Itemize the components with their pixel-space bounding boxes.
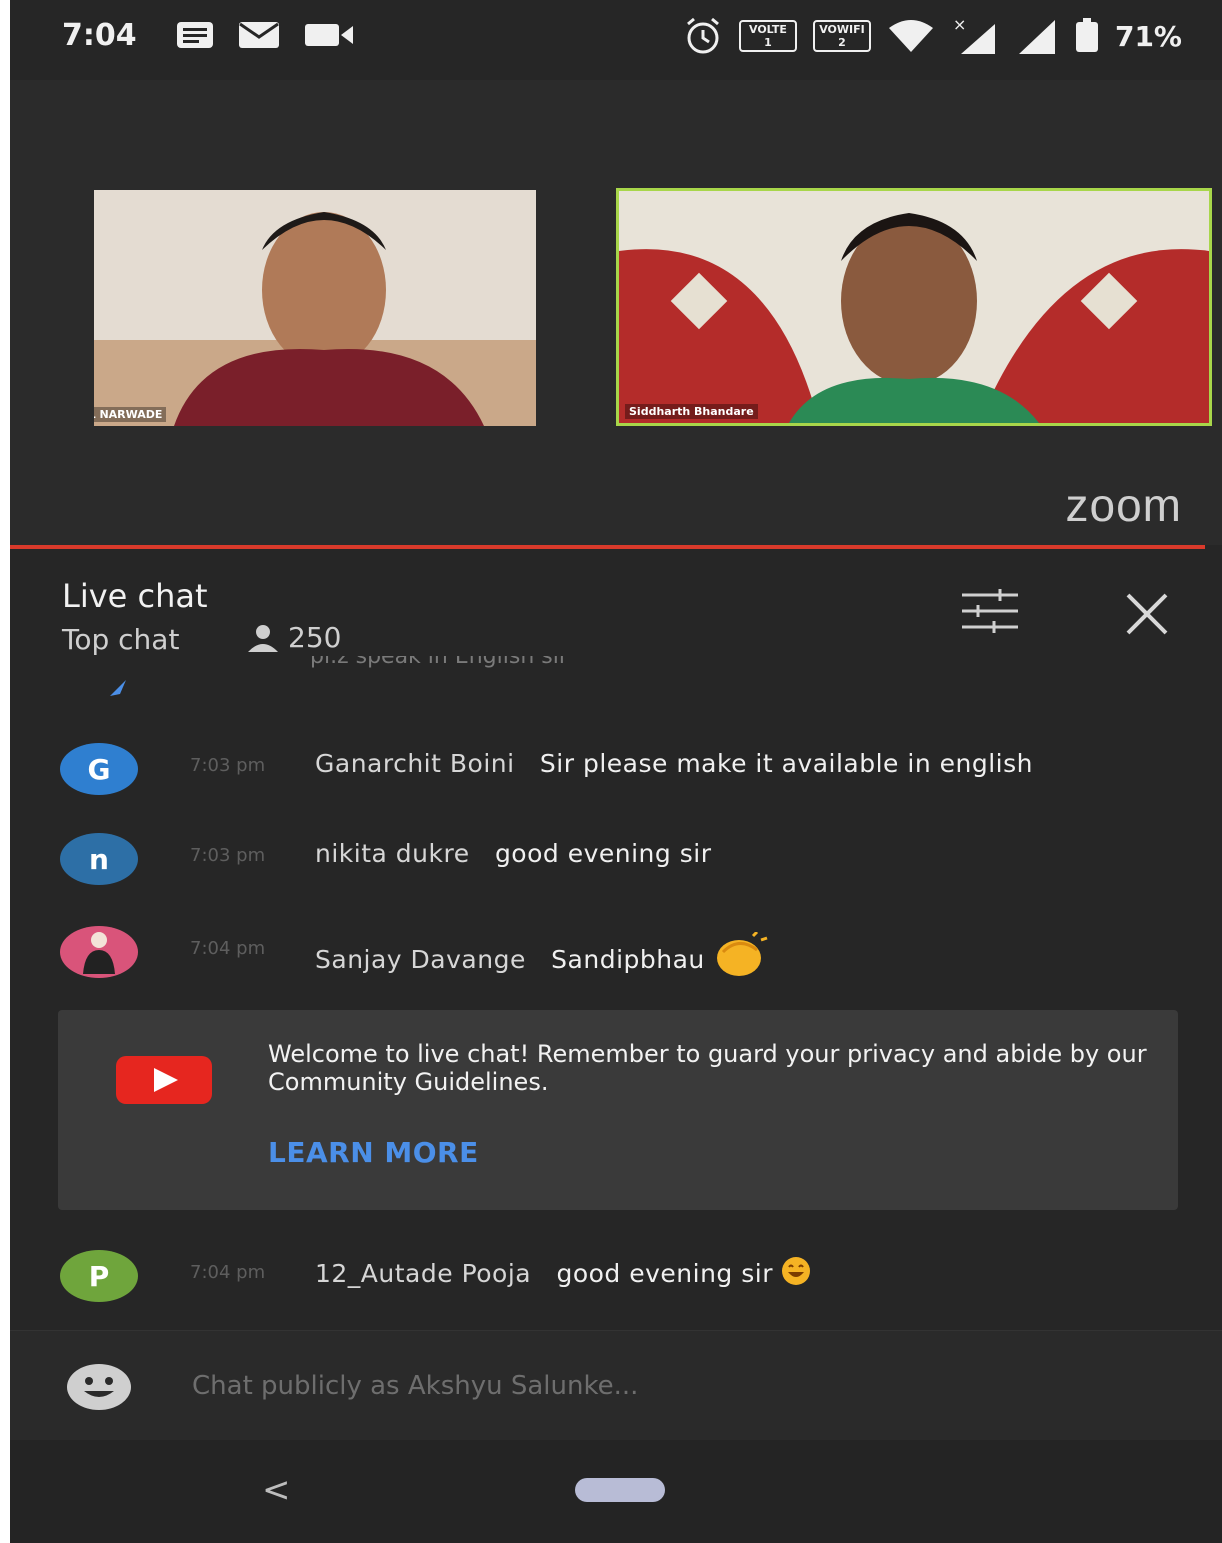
- avatar: P: [60, 1250, 138, 1302]
- status-left-icons: [175, 20, 355, 50]
- partial-message: pl.z speak in English sir: [310, 656, 568, 669]
- video-icon: [305, 24, 353, 46]
- signal-icon: [1018, 20, 1055, 54]
- message-time: 7:04 pm: [190, 938, 266, 959]
- phone-screen: 7:04 VOLTE1 VOWIFI2 × 71% I: [10, 0, 1222, 1543]
- viewer-count: 250: [246, 621, 341, 654]
- video-player[interactable]: IAS VISHAL NARWADE Siddharth Bhandare zo…: [10, 80, 1222, 545]
- status-time: 7:04: [62, 18, 137, 53]
- message-author: 12_Autade Pooja: [315, 1259, 532, 1288]
- avatar: G: [60, 743, 138, 795]
- volte-badge: VOLTE 1: [738, 20, 797, 52]
- message-text: Sandipbhau: [551, 945, 705, 974]
- avatar: n: [60, 833, 138, 885]
- tile-label-2: Siddharth Bhandare: [625, 404, 758, 419]
- video-tile-speaker-2: Siddharth Bhandare: [616, 188, 1212, 426]
- chat-message[interactable]: n 7:03 pm nikita dukre good evening sir: [60, 833, 1200, 889]
- battery-icon: [1075, 18, 1098, 52]
- message-author-line: Ganarchit Boini Sir please make it avail…: [315, 749, 1033, 778]
- filter-icon[interactable]: [960, 589, 1020, 633]
- notes-icon: [177, 22, 213, 48]
- chat-message[interactable]: G 7:03 pm Ganarchit Boini Sir please mak…: [60, 743, 1200, 799]
- back-button[interactable]: <: [262, 1470, 291, 1510]
- smiling-emoji-icon: [782, 1257, 811, 1285]
- navigation-bar: <: [10, 1440, 1222, 1543]
- viewer-count-value: 250: [288, 621, 342, 654]
- chat-input[interactable]: [190, 1365, 894, 1407]
- avatar: [60, 926, 138, 978]
- chat-message[interactable]: P 7:04 pm 12_Autade Pooja good evening s…: [60, 1250, 1200, 1306]
- message-text: good evening sir: [494, 839, 712, 868]
- battery-percent: 71%: [1114, 19, 1182, 53]
- close-icon[interactable]: [1122, 589, 1172, 639]
- svg-text:×: ×: [953, 16, 966, 34]
- signal-no-service-icon: ×: [953, 16, 995, 54]
- message-time: 7:04 pm: [190, 1262, 266, 1283]
- chat-mode-selector[interactable]: Top chat: [62, 623, 179, 656]
- status-right-icons: VOLTE 1 VOWIFI 2 × 71%: [683, 16, 1182, 56]
- message-author: Ganarchit Boini: [315, 749, 515, 778]
- chat-input-bar: [10, 1330, 1222, 1441]
- message-author: Sanjay Davange: [315, 945, 526, 974]
- status-bar: 7:04 VOLTE 1 VOWIFI 2 × 71%: [10, 0, 1222, 80]
- profile-photo-icon: [83, 932, 115, 974]
- participant-video-2: [619, 191, 1209, 423]
- chat-message[interactable]: 7:04 pm Sanjay Davange Sandipbhau: [60, 926, 1200, 982]
- wifi-icon: [888, 20, 933, 52]
- person-icon: [248, 624, 278, 652]
- mail-icon: [239, 22, 279, 48]
- alarm-icon: [687, 17, 719, 54]
- chat-title: Live chat: [62, 577, 208, 615]
- emoji-icon[interactable]: [66, 1363, 132, 1411]
- vowifi-badge: VOWIFI 2: [812, 20, 871, 52]
- clapping-hands-emoji-icon: [717, 930, 768, 976]
- message-author-line: Sanjay Davange Sandipbhau: [315, 930, 769, 978]
- message-text: good evening sir: [556, 1259, 774, 1288]
- tile-label-1: IAS VISHAL NARWADE: [94, 407, 167, 422]
- youtube-icon: [116, 1056, 212, 1104]
- message-author-line: 12_Autade Pooja good evening sir: [315, 1256, 811, 1288]
- partial-avatar-icon: [110, 680, 126, 696]
- message-time: 7:03 pm: [190, 755, 266, 776]
- message-author-line: nikita dukre good evening sir: [315, 839, 711, 868]
- message-time: 7:03 pm: [190, 845, 266, 866]
- participant-video-1: [94, 190, 536, 426]
- learn-more-link[interactable]: LEARN MORE: [268, 1136, 479, 1169]
- video-tile-speaker-1: IAS VISHAL NARWADE: [94, 190, 536, 426]
- welcome-banner: Welcome to live chat! Remember to guard …: [58, 1010, 1178, 1210]
- zoom-logo: zoom: [1065, 479, 1182, 531]
- message-author: nikita dukre: [315, 839, 470, 868]
- welcome-text: Welcome to live chat! Remember to guard …: [268, 1040, 1147, 1096]
- message-text: Sir please make it available in english: [539, 749, 1033, 778]
- home-button[interactable]: [575, 1478, 665, 1502]
